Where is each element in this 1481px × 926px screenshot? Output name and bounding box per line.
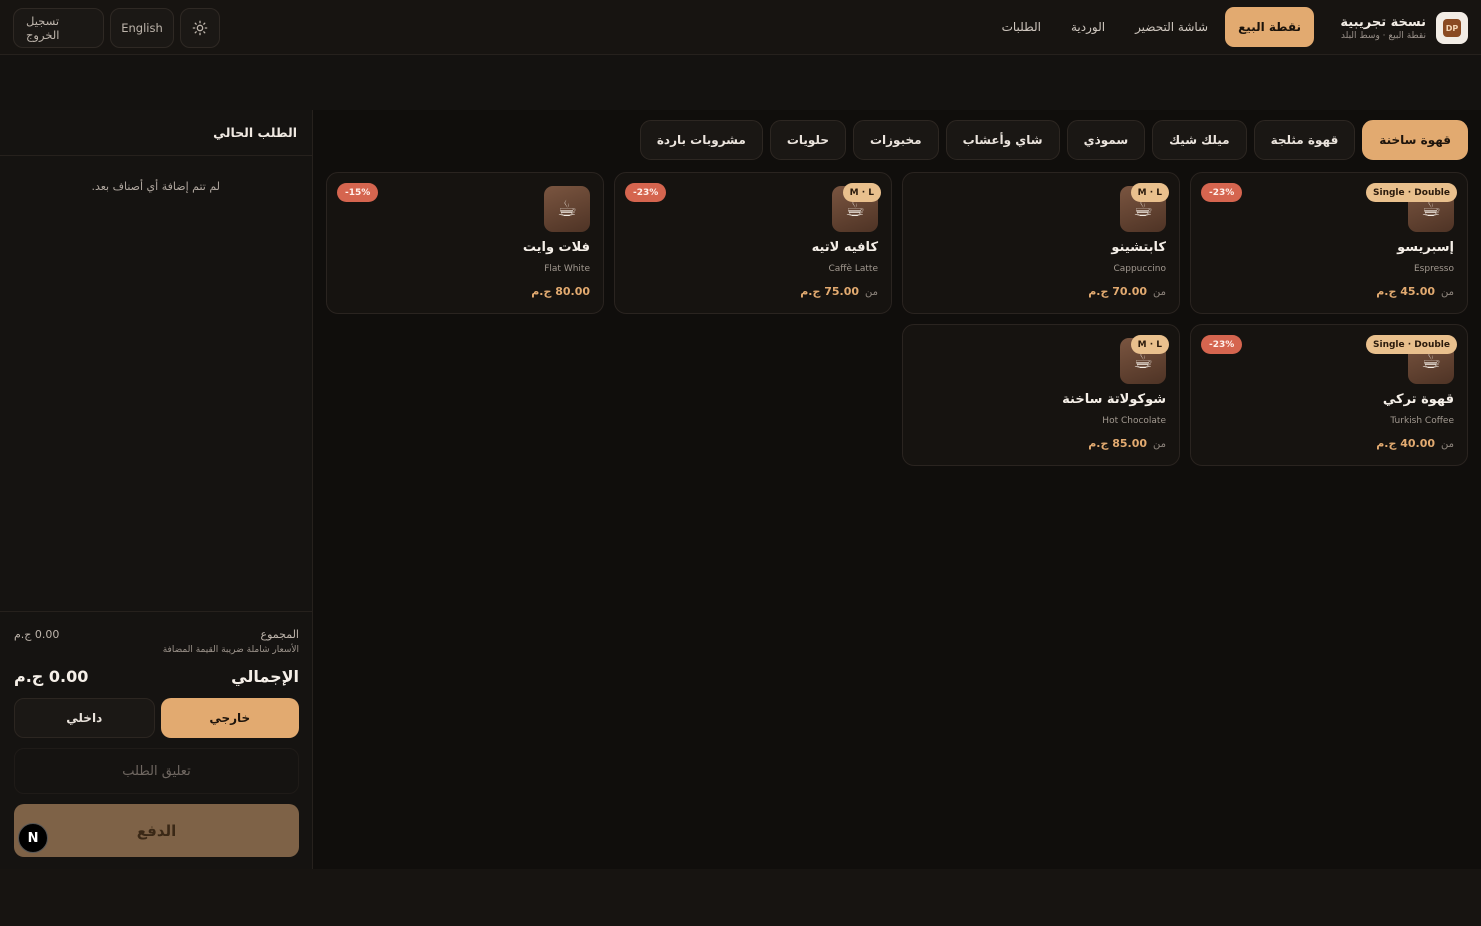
app-header: DP نسخة تجريبية نقطة البيع · وسط البلد ن… xyxy=(0,0,1481,55)
product-name-en: Cappuccino xyxy=(1113,264,1166,274)
menu-area: قهوة ساخنة قهوة مثلجة ميلك شيك سموذي شاي… xyxy=(313,110,1481,869)
subtotal-label: المجموع xyxy=(260,628,299,641)
price-from-label: من xyxy=(865,287,878,298)
product-card[interactable]: ☕ Single · Double -23% إسبريسو Espresso من 45.… xyxy=(1190,172,1468,314)
product-price: 80.00 ج.م xyxy=(531,285,590,298)
brand-logo-mark: DP xyxy=(1443,19,1461,37)
product-name: إسبريسو xyxy=(1397,240,1454,255)
category-milkshake[interactable]: ميلك شيك xyxy=(1152,120,1247,160)
product-name-en: Flat White xyxy=(544,264,590,274)
main-nav: نقطة البيع شاشة التحضير الوردية الطلبات xyxy=(989,7,1314,47)
price-from-label: من xyxy=(1441,287,1454,298)
category-bakery[interactable]: مخبوزات xyxy=(852,120,939,160)
dine-in-button[interactable]: داخلي xyxy=(14,698,155,738)
nav-orders[interactable]: الطلبات xyxy=(989,7,1054,47)
category-smoothie[interactable]: سموذي xyxy=(1066,120,1146,160)
nav-shift[interactable]: الوردية xyxy=(1058,7,1118,47)
price-from-label: من xyxy=(1153,287,1166,298)
brand: DP نسخة تجريبية نقطة البيع · وسط البلد xyxy=(1340,12,1468,44)
brand-subtitle: نقطة البيع · وسط البلد xyxy=(1340,31,1426,41)
discount-badge: -23% xyxy=(625,183,667,202)
product-price: 85.00 ج.م xyxy=(1088,437,1148,450)
discount-badge: -23% xyxy=(1201,183,1243,202)
current-order-panel: الطلب الحالي لم تتم إضافة أي أصناف بعد. … xyxy=(0,110,313,869)
total-label: الإجمالي xyxy=(231,667,299,686)
product-price-row: من 45.00 ج.م xyxy=(1376,285,1454,298)
product-name-en: Hot Chocolate xyxy=(1102,416,1166,426)
pay-label: الدفع xyxy=(136,821,177,840)
category-desserts[interactable]: حلويات xyxy=(769,120,846,160)
order-empty-text: لم تتم إضافة أي أصناف بعد. xyxy=(91,180,220,193)
discount-badge: -23% xyxy=(1201,335,1243,354)
product-price-row: 80.00 ج.م xyxy=(531,285,590,298)
size-options-badge: Single · Double xyxy=(1366,183,1457,202)
size-options-badge: M · L xyxy=(1130,183,1169,202)
product-price-row: من 70.00 ج.م xyxy=(1088,285,1166,298)
product-name: فلات وايت xyxy=(522,240,590,255)
total-value: 0.00 ج.م xyxy=(14,667,89,686)
n-badge-icon[interactable]: N xyxy=(18,823,48,853)
product-card[interactable]: ☕ M · L شوكولاتة ساخنة Hot Chocolate من 85.00… xyxy=(902,324,1180,466)
category-hot-coffee[interactable]: قهوة ساخنة xyxy=(1362,120,1468,160)
subtotal-value: 0.00 ج.م xyxy=(14,628,60,641)
product-price: 75.00 ج.م xyxy=(800,285,860,298)
vat-note: الأسعار شاملة ضريبة القيمة المضافة xyxy=(162,645,299,655)
product-name: كابتشينو xyxy=(1111,240,1166,255)
product-price: 45.00 ج.م xyxy=(1376,285,1436,298)
category-iced-coffee[interactable]: قهوة مثلجة xyxy=(1253,120,1356,160)
size-options-badge: M · L xyxy=(842,183,881,202)
product-price-row: من 75.00 ج.م xyxy=(800,285,878,298)
nav-kitchen-display[interactable]: شاشة التحضير xyxy=(1122,7,1221,47)
category-cold-drinks[interactable]: مشروبات باردة xyxy=(639,120,763,160)
order-note-input[interactable] xyxy=(14,748,299,794)
takeaway-button[interactable]: خارجي xyxy=(160,698,299,738)
order-summary: المجموع 0.00 ج.م الأسعار شاملة ضريبة الق… xyxy=(0,611,313,869)
size-options-badge: Single · Double xyxy=(1366,335,1457,354)
discount-badge: -15% xyxy=(337,183,379,202)
coffee-cup-icon: ☕ xyxy=(544,186,590,232)
product-card[interactable]: ☕ -15% فلات وايت Flat White 80.00 ج.م xyxy=(326,172,604,314)
product-name-en: Caffè Latte xyxy=(828,264,878,274)
nav-pos[interactable]: نقطة البيع xyxy=(1225,7,1314,47)
product-card[interactable]: ☕ M · L كابتشينو Cappuccino من 70.00 ج.م xyxy=(902,172,1180,314)
product-name-en: Espresso xyxy=(1413,264,1454,274)
price-from-label: من xyxy=(1153,439,1166,450)
product-name: كافيه لاتيه xyxy=(811,240,878,255)
pay-button[interactable]: الدفع N xyxy=(14,804,299,857)
size-options-badge: M · L xyxy=(1130,335,1169,354)
category-tea-herbs[interactable]: شاي وأعشاب xyxy=(945,120,1060,160)
theme-toggle-button[interactable] xyxy=(180,8,220,48)
product-price: 70.00 ج.م xyxy=(1088,285,1148,298)
product-grid: ☕ Single · Double -23% إسبريسو Espresso من 45.… xyxy=(326,172,1468,466)
product-price: 40.00 ج.م xyxy=(1376,437,1436,450)
product-card[interactable]: ☕ Single · Double -23% قهوة تركي Turkish Cof… xyxy=(1190,324,1468,466)
category-tabs: قهوة ساخنة قهوة مثلجة ميلك شيك سموذي شاي… xyxy=(639,120,1468,160)
product-card[interactable]: ☕ M · L -23% كافيه لاتيه Caffè Latte من 75.00 … xyxy=(614,172,892,314)
product-price-row: من 40.00 ج.م xyxy=(1376,437,1454,450)
price-from-label: من xyxy=(1441,439,1454,450)
brand-title: نسخة تجريبية xyxy=(1340,15,1426,30)
language-toggle-button[interactable]: English xyxy=(110,8,174,48)
product-price-row: من 85.00 ج.م xyxy=(1088,437,1166,450)
product-name: شوكولاتة ساخنة xyxy=(1062,392,1166,407)
logout-button[interactable]: تسجيل الخروج xyxy=(13,8,104,48)
order-title: الطلب الحالي xyxy=(0,110,312,156)
sun-icon xyxy=(192,20,208,36)
product-name-en: Turkish Coffee xyxy=(1390,416,1454,426)
brand-logo: DP xyxy=(1436,12,1468,44)
product-name: قهوة تركي xyxy=(1382,392,1454,407)
